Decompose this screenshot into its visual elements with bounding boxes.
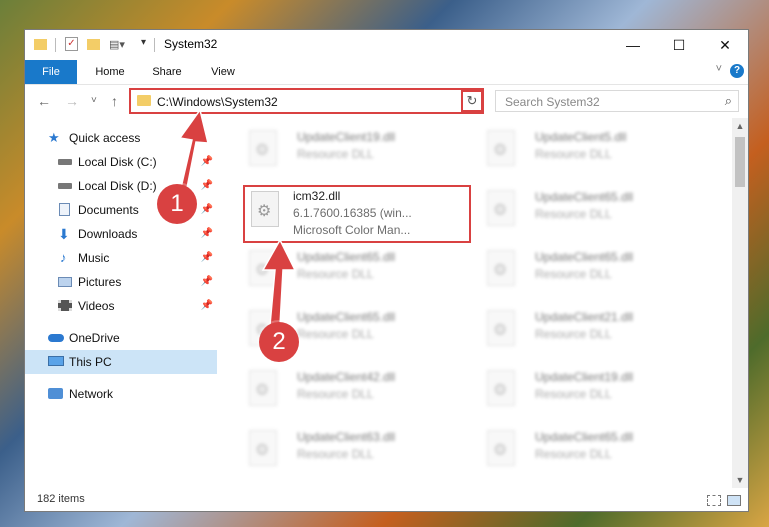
step-1-marker: 1 — [157, 184, 197, 224]
annotation-arrows — [178, 108, 297, 326]
arrow-to-icm32 — [261, 238, 297, 326]
step-2-marker: 2 — [259, 322, 299, 362]
arrow-to-address-bar — [178, 108, 209, 194]
